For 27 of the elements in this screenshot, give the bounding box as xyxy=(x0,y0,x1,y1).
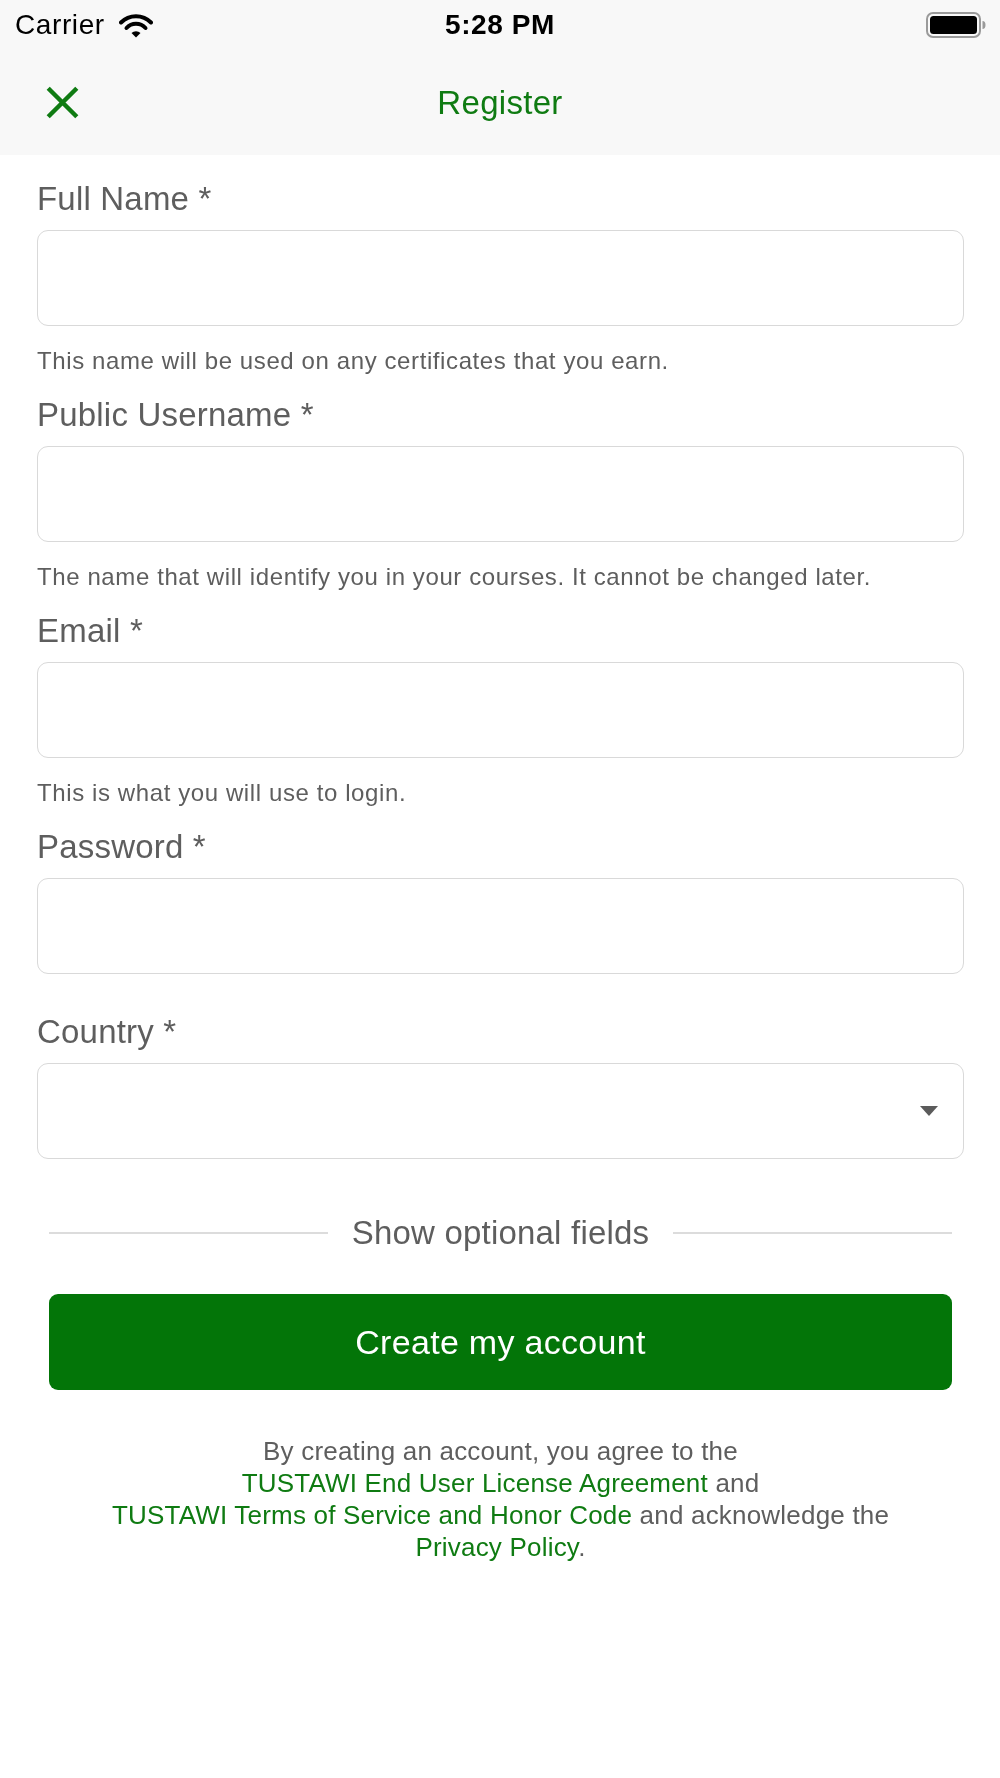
wifi-icon xyxy=(118,12,153,38)
field-label: Full Name * xyxy=(37,180,212,218)
legal-link[interactable]: TUSTAWI End User License Agreement xyxy=(241,1468,708,1498)
create-account-button[interactable]: Create my account xyxy=(49,1294,952,1390)
legal-text: By creating an account, you agree to the TUSTAWI End User License Agreement and TUSTAWI Terms of Service and Honor Code and acknowledge the Privacy Policy. xyxy=(110,1435,891,1563)
text-field[interactable] xyxy=(37,230,964,326)
field-label: Country * xyxy=(37,1013,177,1051)
close-icon xyxy=(46,86,79,119)
field-hint: This name will be used on any certificates that you earn. xyxy=(37,347,669,375)
dropdown-field[interactable] xyxy=(37,1063,964,1159)
field-label: Password * xyxy=(37,828,206,866)
legal-link[interactable]: TUSTAWI Terms of Service and Honor Code xyxy=(111,1500,633,1530)
battery-icon xyxy=(926,12,986,38)
close-button[interactable] xyxy=(46,86,79,119)
field-hint: This is what you will use to login. xyxy=(37,779,407,807)
text-field[interactable] xyxy=(37,878,964,974)
text-field[interactable] xyxy=(37,446,964,542)
status-time: 5:28 PM xyxy=(445,9,555,41)
legal-link[interactable]: Privacy Policy xyxy=(415,1532,579,1562)
text-field[interactable] xyxy=(37,662,964,758)
field-hint: The name that will identify you in your courses. It cannot be changed later. xyxy=(37,563,872,591)
caret-icon xyxy=(920,1106,938,1116)
field-label: Public Username * xyxy=(37,396,314,434)
carrier-name: Carrier xyxy=(15,9,105,41)
optional-fields-toggle[interactable]: Show optional fields xyxy=(351,1214,650,1252)
field-label: Email * xyxy=(37,612,143,650)
nav-title: Register xyxy=(437,83,563,122)
